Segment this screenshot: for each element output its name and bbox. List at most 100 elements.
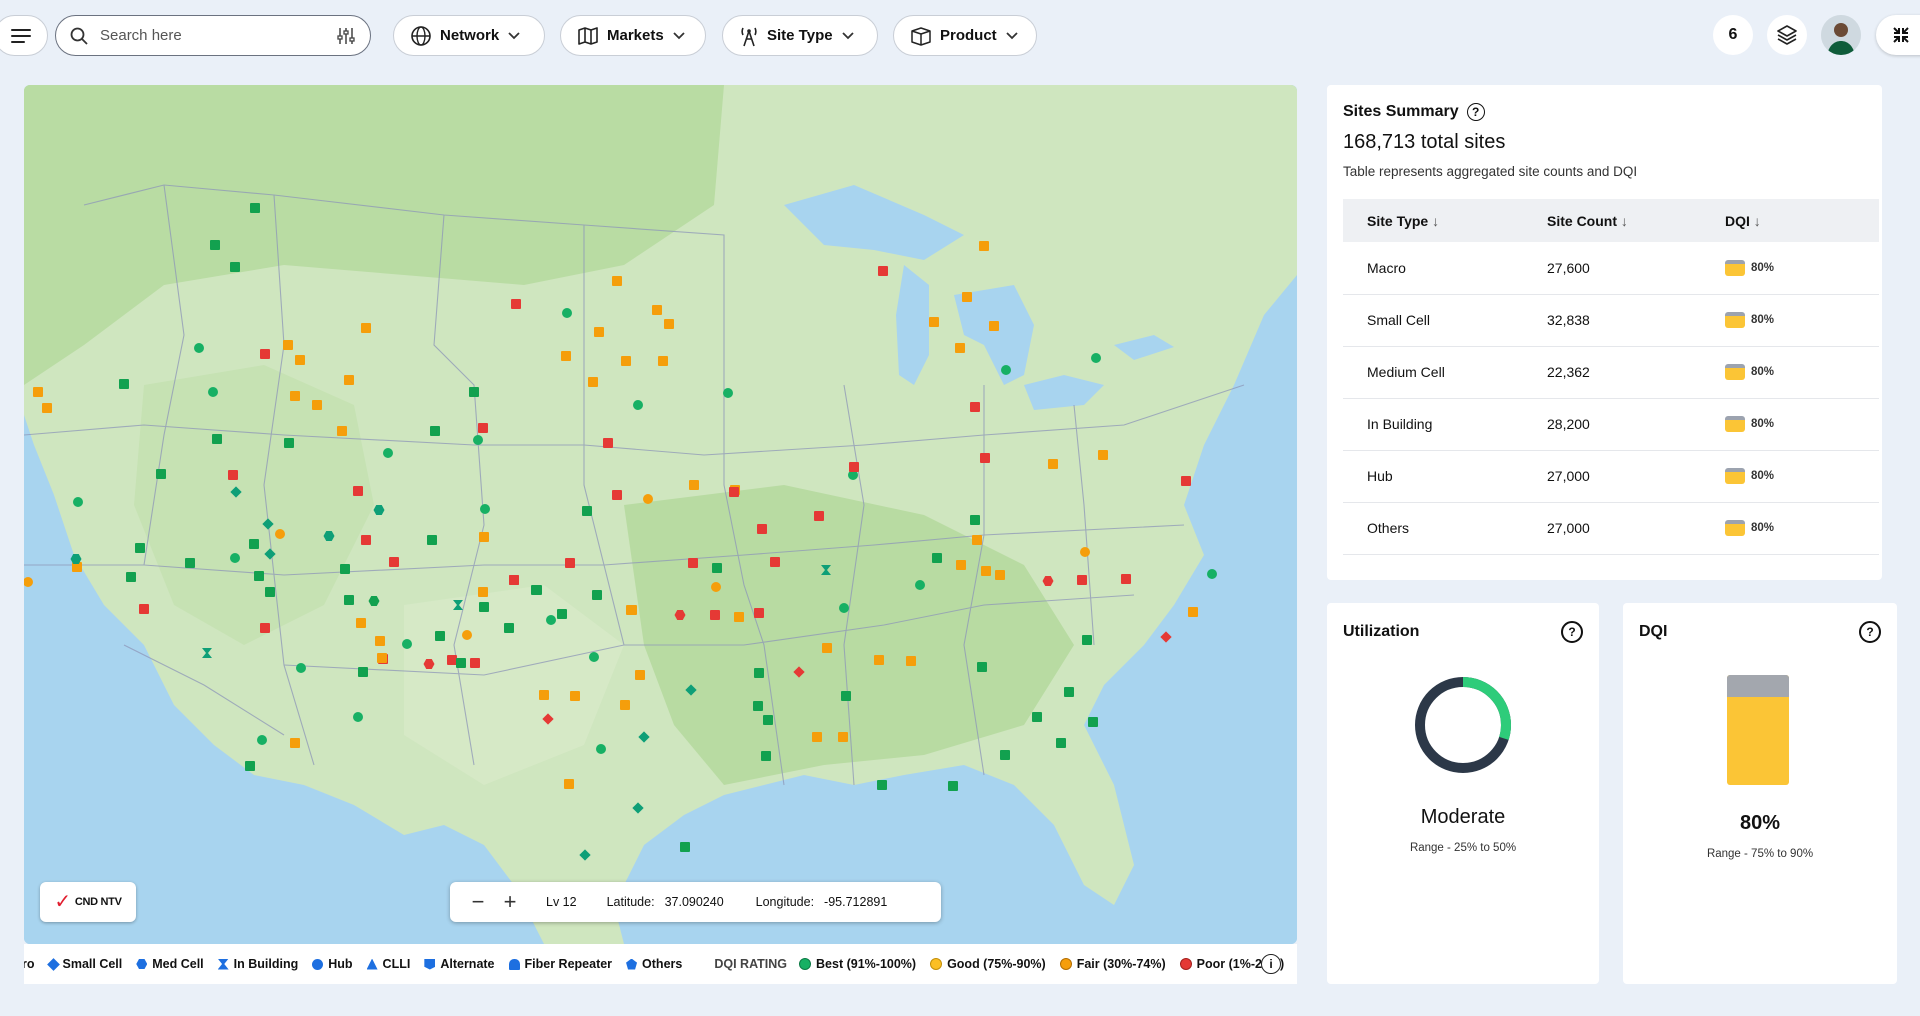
site-marker[interactable]	[194, 343, 204, 353]
site-marker[interactable]	[915, 580, 925, 590]
site-marker[interactable]	[754, 668, 764, 678]
site-marker[interactable]	[972, 535, 982, 545]
site-marker[interactable]	[633, 400, 643, 410]
site-marker[interactable]	[504, 623, 514, 633]
site-marker[interactable]	[290, 738, 300, 748]
site-marker[interactable]	[1188, 607, 1198, 617]
site-marker[interactable]	[230, 553, 240, 563]
network-dropdown[interactable]: Network	[393, 15, 545, 56]
site-marker[interactable]	[377, 653, 387, 663]
site-marker[interactable]	[1088, 717, 1098, 727]
site-marker[interactable]	[906, 656, 916, 666]
site-marker[interactable]	[1000, 750, 1010, 760]
site-type-dropdown[interactable]: Site Type	[722, 15, 878, 56]
map-view[interactable]: ✓ CND NTV − + Lv 12 Latitude: 37.090240 …	[24, 85, 1297, 944]
site-marker[interactable]	[570, 691, 580, 701]
collapse-button[interactable]	[1876, 15, 1920, 55]
column-site-count[interactable]: Site Count ↓	[1523, 199, 1701, 242]
site-marker[interactable]	[1032, 712, 1042, 722]
site-marker[interactable]	[1207, 569, 1217, 579]
site-marker[interactable]	[979, 241, 989, 251]
site-marker[interactable]	[589, 652, 599, 662]
site-marker[interactable]	[763, 715, 773, 725]
site-marker[interactable]	[841, 691, 851, 701]
site-marker[interactable]	[260, 349, 270, 359]
site-marker[interactable]	[981, 566, 991, 576]
site-marker[interactable]	[375, 636, 385, 646]
table-row[interactable]: Macro 27,600 80%	[1343, 242, 1879, 295]
site-marker[interactable]	[594, 327, 604, 337]
menu-button[interactable]	[0, 15, 48, 56]
site-marker[interactable]	[849, 462, 859, 472]
site-marker[interactable]	[283, 340, 293, 350]
site-marker[interactable]	[839, 603, 849, 613]
site-marker[interactable]	[260, 623, 270, 633]
site-marker[interactable]	[427, 535, 437, 545]
site-marker[interactable]	[664, 319, 674, 329]
site-marker[interactable]	[1064, 687, 1074, 697]
site-marker[interactable]	[295, 355, 305, 365]
site-marker[interactable]	[1077, 575, 1087, 585]
site-marker[interactable]	[962, 292, 972, 302]
site-marker[interactable]	[358, 667, 368, 677]
site-marker[interactable]	[296, 663, 306, 673]
site-marker[interactable]	[757, 524, 767, 534]
site-marker[interactable]	[1056, 738, 1066, 748]
site-marker[interactable]	[729, 487, 739, 497]
site-marker[interactable]	[478, 587, 488, 597]
info-icon[interactable]: i	[1261, 954, 1281, 974]
site-marker[interactable]	[582, 506, 592, 516]
site-marker[interactable]	[712, 563, 722, 573]
site-marker[interactable]	[710, 610, 720, 620]
site-marker[interactable]	[383, 448, 393, 458]
site-marker[interactable]	[652, 305, 662, 315]
site-marker[interactable]	[620, 700, 630, 710]
site-marker[interactable]	[878, 266, 888, 276]
site-marker[interactable]	[689, 480, 699, 490]
site-marker[interactable]	[626, 605, 636, 615]
table-row[interactable]: Medium Cell 22,362 80%	[1343, 346, 1879, 399]
site-marker[interactable]	[470, 658, 480, 668]
site-marker[interactable]	[479, 532, 489, 542]
site-marker[interactable]	[430, 426, 440, 436]
site-marker[interactable]	[955, 343, 965, 353]
site-marker[interactable]	[874, 655, 884, 665]
product-dropdown[interactable]: Product	[893, 15, 1037, 56]
site-marker[interactable]	[337, 426, 347, 436]
layers-button[interactable]	[1767, 15, 1807, 55]
column-dqi[interactable]: DQI ↓	[1701, 199, 1879, 242]
markets-dropdown[interactable]: Markets	[560, 15, 706, 56]
site-marker[interactable]	[290, 391, 300, 401]
site-marker[interactable]	[929, 317, 939, 327]
site-marker[interactable]	[612, 276, 622, 286]
site-marker[interactable]	[230, 262, 240, 272]
site-marker[interactable]	[473, 435, 483, 445]
site-marker[interactable]	[612, 490, 622, 500]
site-marker[interactable]	[210, 240, 220, 250]
site-marker[interactable]	[621, 356, 631, 366]
site-marker[interactable]	[156, 469, 166, 479]
site-marker[interactable]	[126, 572, 136, 582]
search-bar[interactable]	[55, 15, 371, 56]
site-marker[interactable]	[361, 535, 371, 545]
site-marker[interactable]	[212, 434, 222, 444]
site-marker[interactable]	[812, 732, 822, 742]
site-marker[interactable]	[658, 356, 668, 366]
site-marker[interactable]	[245, 761, 255, 771]
site-marker[interactable]	[565, 558, 575, 568]
site-marker[interactable]	[344, 595, 354, 605]
site-marker[interactable]	[596, 744, 606, 754]
search-input[interactable]	[100, 27, 336, 44]
site-marker[interactable]	[119, 379, 129, 389]
table-row[interactable]: In Building 28,200 80%	[1343, 398, 1879, 451]
site-marker[interactable]	[977, 662, 987, 672]
site-marker[interactable]	[995, 570, 1005, 580]
site-marker[interactable]	[688, 558, 698, 568]
site-marker[interactable]	[588, 377, 598, 387]
site-marker[interactable]	[948, 781, 958, 791]
site-marker[interactable]	[877, 780, 887, 790]
site-marker[interactable]	[275, 529, 285, 539]
column-site-type[interactable]: Site Type ↓	[1343, 199, 1523, 242]
zoom-out-button[interactable]: −	[462, 882, 494, 922]
site-marker[interactable]	[1098, 450, 1108, 460]
